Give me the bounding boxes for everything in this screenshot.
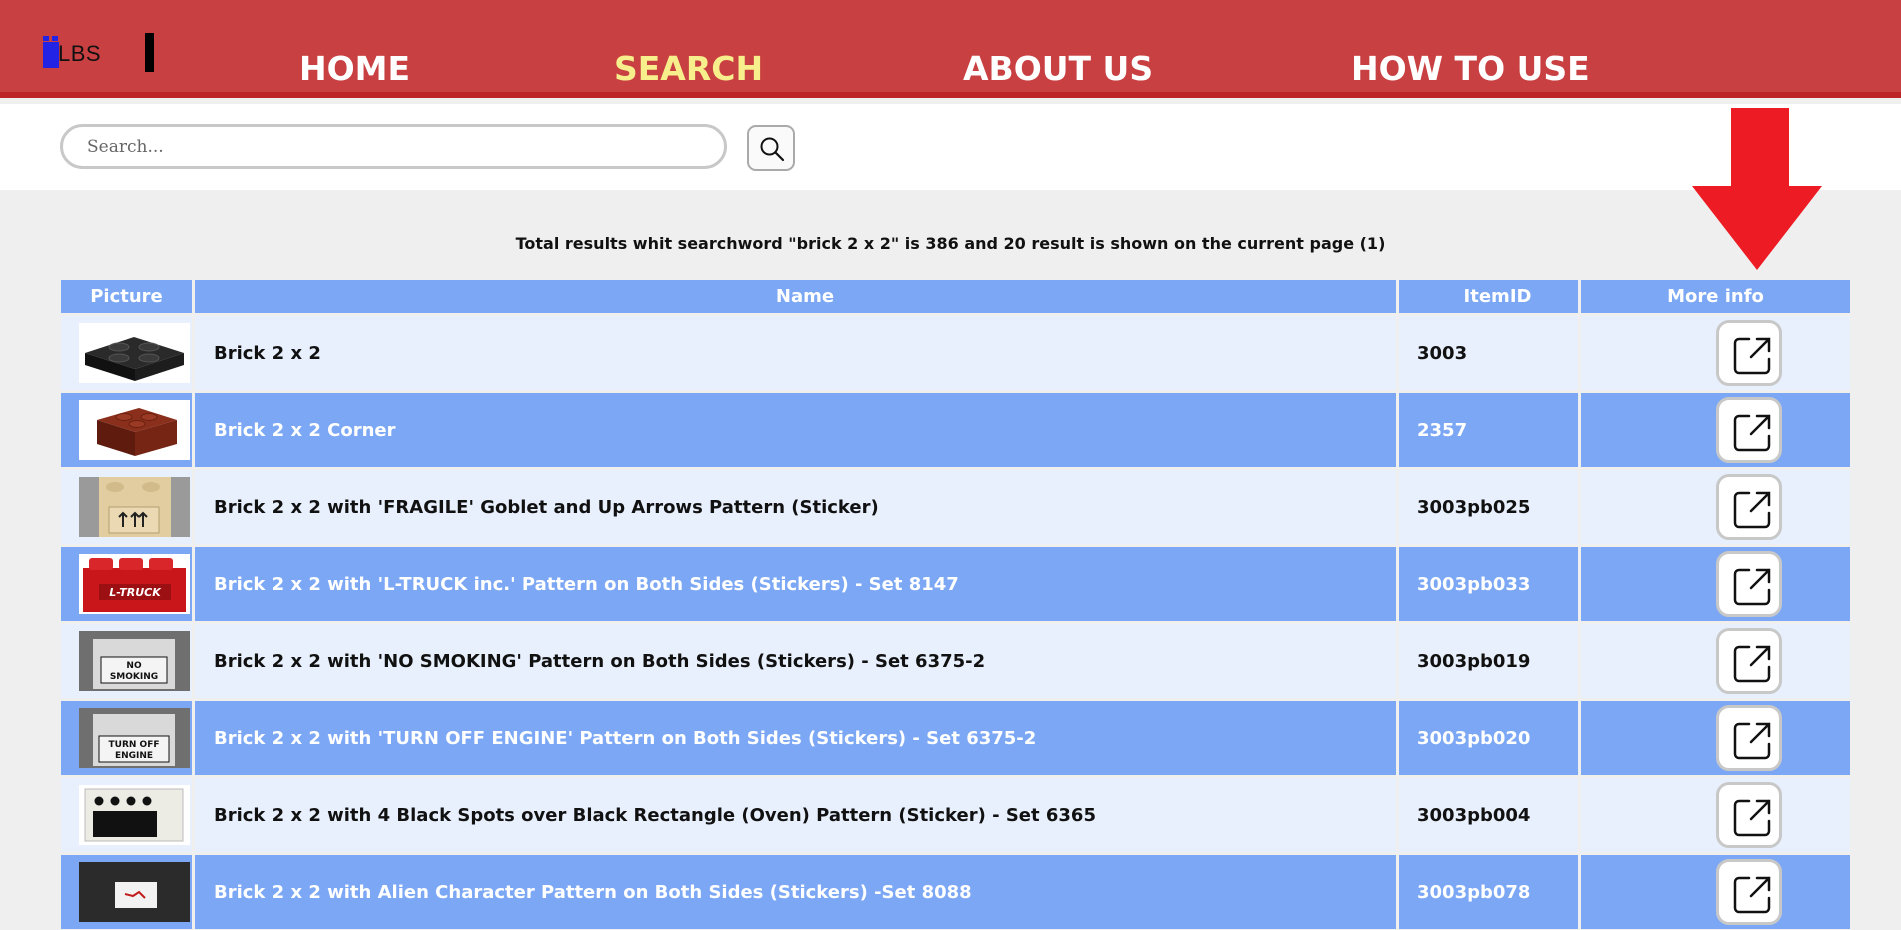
oven-brick-image [79,785,190,845]
nosmoking-sticker-line2: SMOKING [110,672,158,682]
fragile-brick-image [79,477,190,537]
more-info-button[interactable] [1716,859,1782,925]
nav-how-to-use[interactable]: HOW TO USE [1351,48,1590,90]
nav-about-us[interactable]: ABOUT US [963,48,1153,90]
picture-cell [61,316,192,390]
item-id: 3003pb025 [1399,470,1578,544]
nosmoking-brick-image: NO SMOKING [79,631,190,691]
picture-cell: NO SMOKING [61,624,192,698]
external-link-icon [1733,491,1771,529]
turnoff-brick-image: TURN OFF ENGINE [79,708,190,768]
table-row: Brick 2 x 2 Corner 2357 [61,393,1850,467]
item-id: 3003 [1399,316,1578,390]
more-info-cell [1581,778,1850,852]
more-info-button[interactable] [1716,551,1782,617]
table-row: Brick 2 x 2 with 4 Black Spots over Blac… [61,778,1850,852]
more-info-cell [1581,624,1850,698]
picture-cell [61,470,192,544]
external-link-icon [1733,645,1771,683]
item-id: 3003pb033 [1399,547,1578,621]
ltruck-brick-image: L-TRUCK [79,554,190,614]
item-name: Brick 2 x 2 [195,316,1396,390]
item-id: 3003pb078 [1399,855,1578,929]
item-id: 3003pb019 [1399,624,1578,698]
turnoff-sticker-line2: ENGINE [115,751,153,761]
nav-home[interactable]: HOME [299,48,410,90]
table-row: Brick 2 x 2 with Alien Character Pattern… [61,855,1850,929]
logo-divider [145,33,154,72]
picture-cell: TURN OFF ENGINE [61,701,192,775]
more-info-cell [1581,393,1850,467]
item-name: Brick 2 x 2 with Alien Character Pattern… [195,855,1396,929]
column-header-item-id: ItemID [1399,280,1578,313]
external-link-icon [1733,876,1771,914]
item-id: 2357 [1399,393,1578,467]
black-brick-image [79,323,190,383]
table-row: NO SMOKING Brick 2 x 2 with 'NO SMOKING'… [61,624,1850,698]
item-name: Brick 2 x 2 with 'TURN OFF ENGINE' Patte… [195,701,1396,775]
more-info-cell [1581,547,1850,621]
table-row: Brick 2 x 2 with 'FRAGILE' Goblet and Up… [61,470,1850,544]
column-header-picture: Picture [61,280,192,313]
alien-brick-image [79,862,190,922]
red-arrow-down-icon [1692,108,1822,270]
external-link-icon [1733,722,1771,760]
more-info-button[interactable] [1716,474,1782,540]
external-link-icon [1733,799,1771,837]
picture-cell: L-TRUCK [61,547,192,621]
table-row: L-TRUCK Brick 2 x 2 with 'L-TRUCK inc.' … [61,547,1850,621]
turnoff-sticker-line1: TURN OFF [109,740,160,750]
item-name: Brick 2 x 2 Corner [195,393,1396,467]
more-info-button[interactable] [1716,320,1782,386]
picture-cell [61,855,192,929]
more-info-button[interactable] [1716,628,1782,694]
table-row: TURN OFF ENGINE Brick 2 x 2 with 'TURN O… [61,701,1850,775]
search-icon [760,137,785,162]
corner-brick-image [79,400,190,460]
table-row: Brick 2 x 2 3003 [61,316,1850,390]
ltruck-sticker-text: L-TRUCK [109,586,162,599]
logo-brick-icon [43,42,59,68]
logo[interactable]: LBS [38,32,118,72]
item-name: Brick 2 x 2 with 'FRAGILE' Goblet and Up… [195,470,1396,544]
column-header-more-info: More info [1581,280,1850,313]
nosmoking-sticker-line1: NO [126,661,142,671]
item-name: Brick 2 x 2 with 4 Black Spots over Blac… [195,778,1396,852]
item-id: 3003pb004 [1399,778,1578,852]
external-link-icon [1733,568,1771,606]
picture-cell [61,393,192,467]
more-info-button[interactable] [1716,397,1782,463]
more-info-cell [1581,701,1850,775]
more-info-button[interactable] [1716,782,1782,848]
item-name: Brick 2 x 2 with 'L-TRUCK inc.' Pattern … [195,547,1396,621]
item-id: 3003pb020 [1399,701,1578,775]
logo-text: LBS [58,41,102,66]
top-navigation-bar: LBS HOME SEARCH ABOUT US HOW TO USE [0,0,1901,98]
results-summary: Total results whit searchword "brick 2 x… [515,234,1386,253]
search-button[interactable] [747,125,795,171]
search-input[interactable] [60,124,727,169]
results-table: Picture Name ItemID More info Brick 2 x … [58,277,1853,930]
column-header-name: Name [195,280,1396,313]
item-name: Brick 2 x 2 with 'NO SMOKING' Pattern on… [195,624,1396,698]
picture-cell [61,778,192,852]
more-info-cell [1581,470,1850,544]
nav-search[interactable]: SEARCH [614,48,763,90]
table-header-row: Picture Name ItemID More info [61,280,1850,313]
more-info-button[interactable] [1716,705,1782,771]
more-info-cell [1581,316,1850,390]
search-bar-section [0,104,1901,190]
logo-brick-stud [43,36,49,41]
external-link-icon [1733,337,1771,375]
more-info-cell [1581,855,1850,929]
external-link-icon [1733,414,1771,452]
